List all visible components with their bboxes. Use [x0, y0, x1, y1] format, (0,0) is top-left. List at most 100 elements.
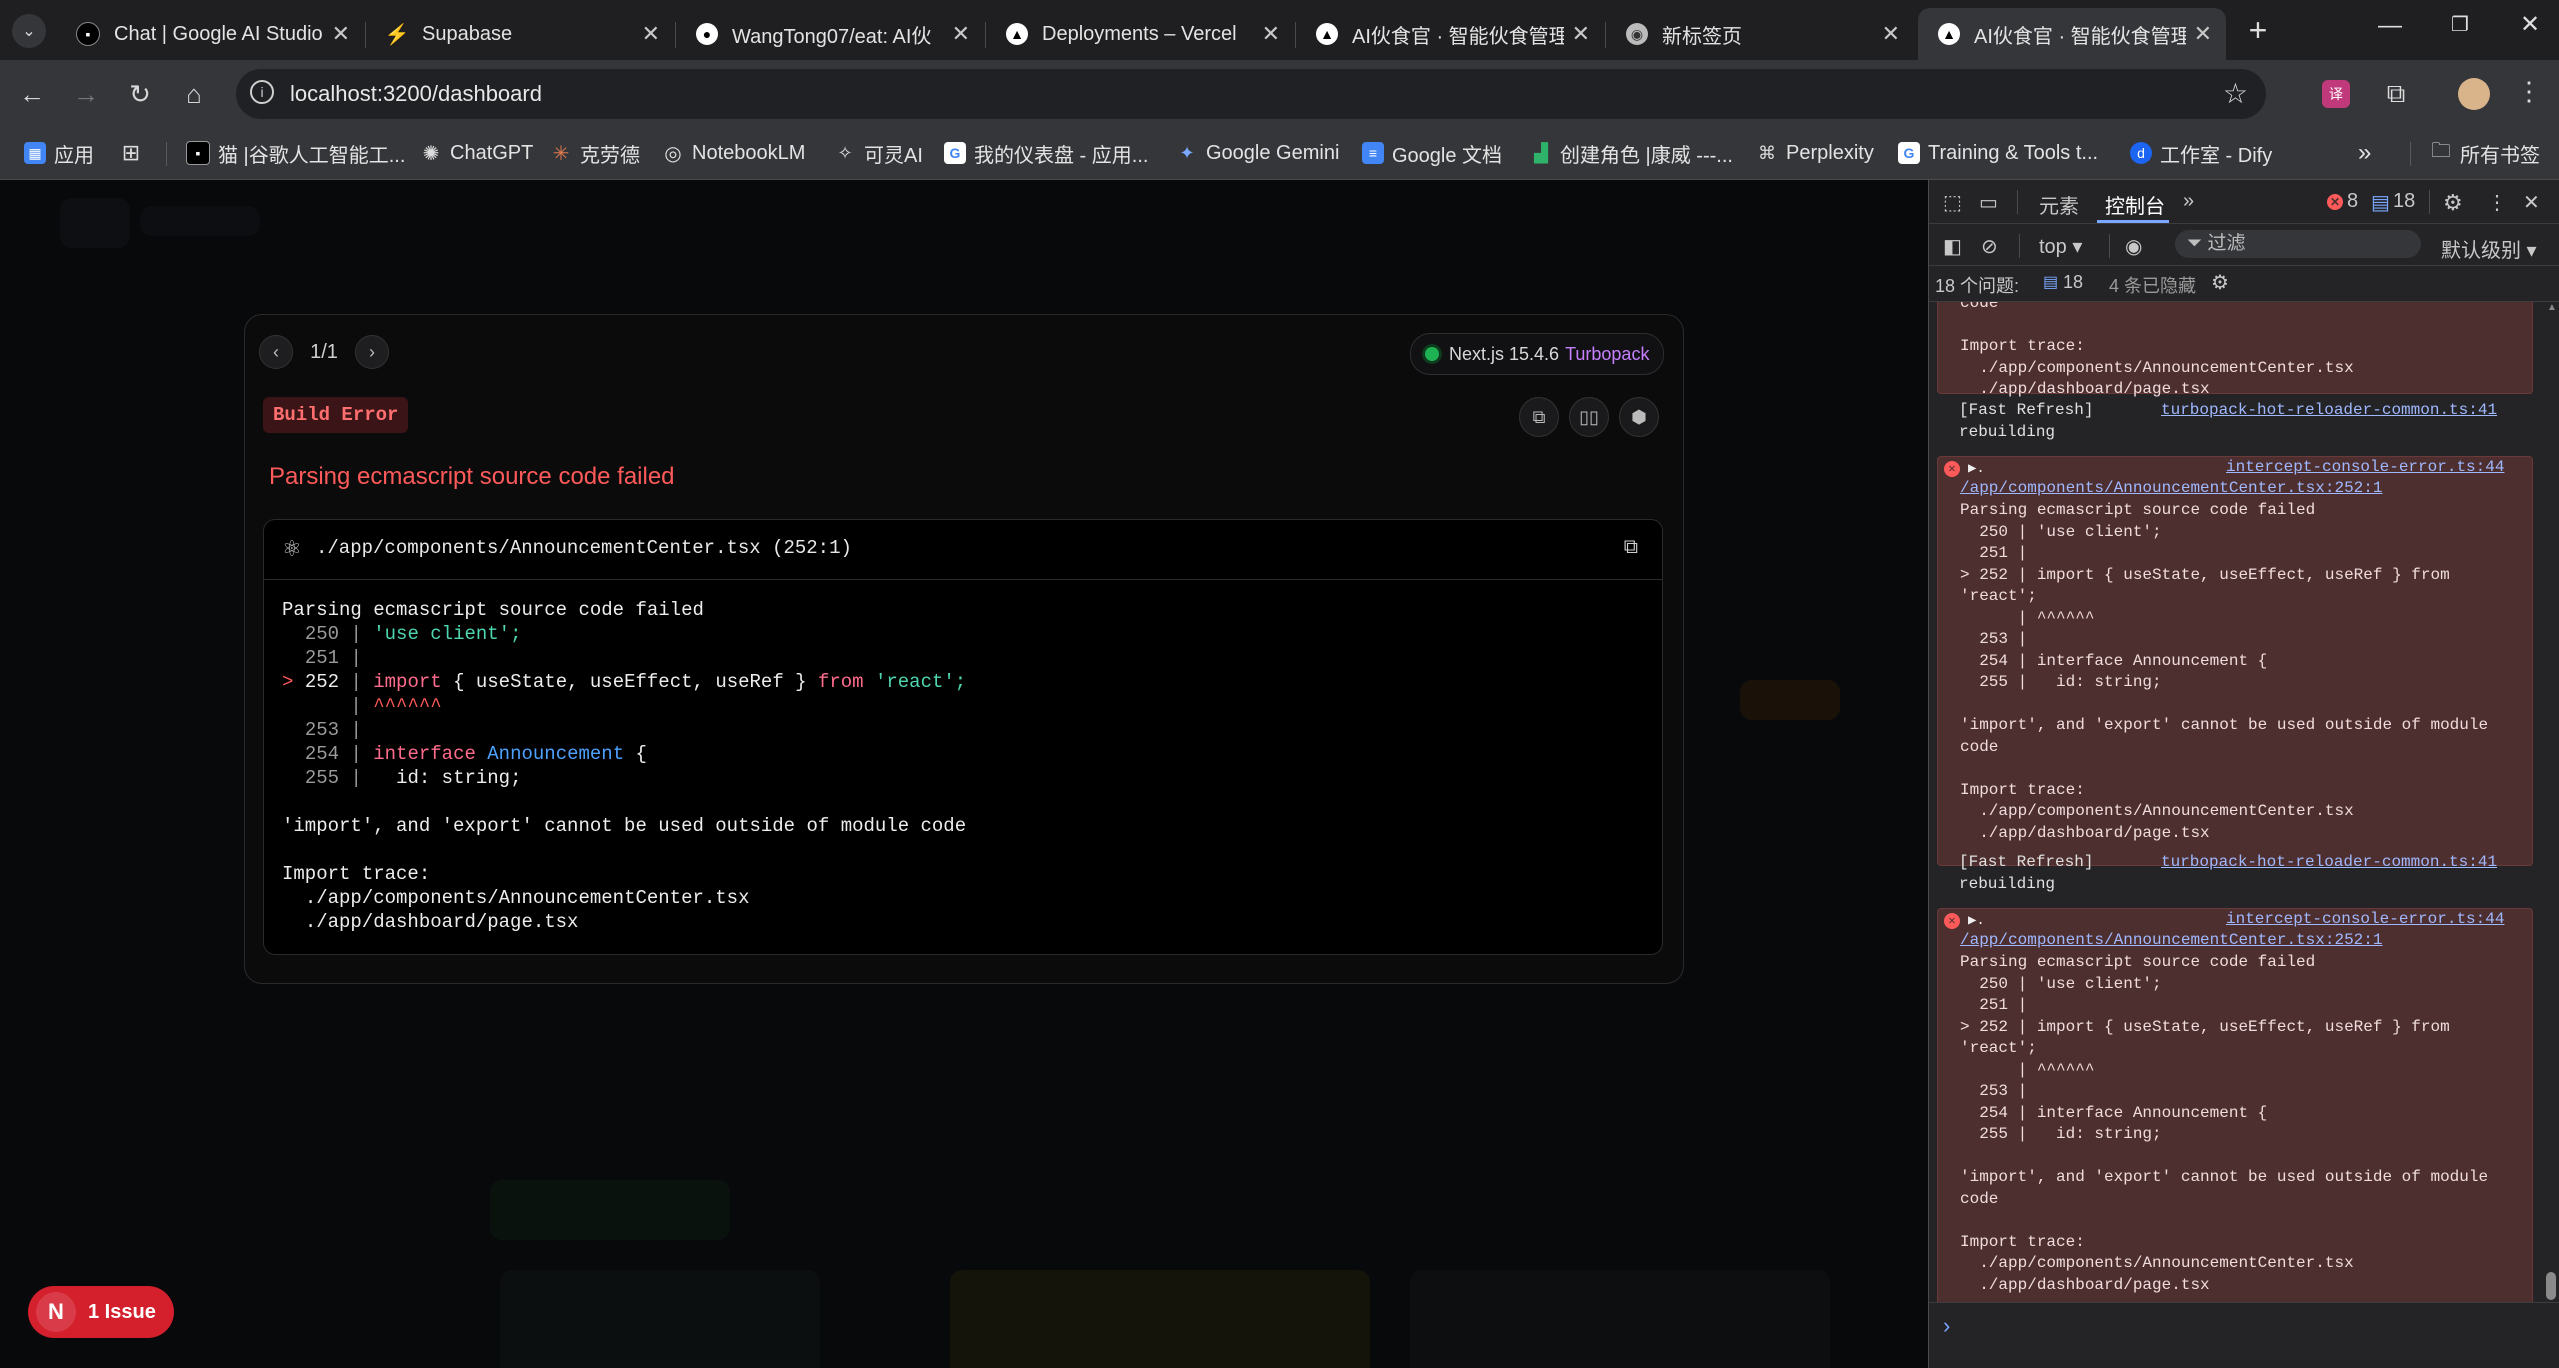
- bundler-text: Turbopack: [1565, 343, 1650, 364]
- tab-new-tab[interactable]: ◉ 新标签页 ✕: [1606, 8, 1914, 60]
- tab-ai-food-1[interactable]: ▲ AI伙食官 · 智能伙食管理 ✕: [1296, 8, 1604, 60]
- gemini-icon: ✦: [1179, 142, 1195, 163]
- all-bookmarks[interactable]: 🗀 所有书签: [2430, 136, 2540, 170]
- log-level-select[interactable]: 默认级别 ▾: [2441, 234, 2537, 263]
- docs-button[interactable]: ▯▯: [1569, 397, 1609, 437]
- issues-count[interactable]: 18: [2063, 272, 2083, 293]
- close-icon[interactable]: ✕: [1882, 21, 1900, 47]
- source-link[interactable]: intercept-console-error.ts:44: [2226, 909, 2504, 931]
- site-info-icon[interactable]: i: [250, 80, 274, 104]
- close-icon[interactable]: ✕: [1572, 21, 1590, 47]
- translate-extension-icon[interactable]: 译: [2322, 80, 2350, 108]
- home-button[interactable]: ⌂: [174, 74, 214, 114]
- hidden-label: 4 条已隐藏: [2109, 276, 2197, 296]
- more-tabs-icon[interactable]: »: [2183, 190, 2194, 213]
- tab-elements[interactable]: 元素: [2039, 190, 2079, 219]
- device-toggle-icon[interactable]: ▭: [1979, 190, 1998, 215]
- close-icon[interactable]: ✕: [1262, 21, 1280, 47]
- bookmark-cat-ai[interactable]: ▪ 猫 |谷歌人工智能工...: [186, 136, 405, 170]
- source-link[interactable]: intercept-console-error.ts:44: [2226, 457, 2504, 479]
- code-file-path: ./app/components/AnnouncementCenter.tsx …: [316, 537, 852, 559]
- source-link[interactable]: turbopack-hot-reloader-common.ts:41: [2161, 400, 2497, 422]
- bookmark-conway[interactable]: ▟ 创建角色 |康威 ---...: [1530, 136, 1733, 170]
- menu-icon[interactable]: ⋮: [2516, 76, 2542, 112]
- version-text: Next.js 15.4.6: [1449, 343, 1560, 364]
- forward-button[interactable]: →: [66, 74, 106, 114]
- new-tab-button[interactable]: +: [2238, 10, 2278, 50]
- console-prompt-input[interactable]: ›: [1929, 1302, 2559, 1368]
- nextjs-error-overlay: ‹ 1/1 › Next.js 15.4.6 Turbopack Build E…: [244, 314, 1684, 984]
- tab-supabase[interactable]: ⚡ Supabase ✕: [366, 8, 674, 60]
- error-source-path[interactable]: /app/components/AnnouncementCenter.tsx:2…: [1960, 478, 2382, 500]
- window-close-button[interactable]: ✕: [2510, 10, 2550, 46]
- devtools-menu-icon[interactable]: ⋮: [2487, 190, 2507, 215]
- console-filter-input[interactable]: ⏷ 过滤: [2175, 230, 2421, 258]
- next-error-button[interactable]: ›: [355, 335, 389, 369]
- tab-github[interactable]: ● WangTong07/eat: AI伙 ✕: [676, 8, 984, 60]
- pager-count: 1/1: [310, 340, 338, 363]
- conway-icon: ▟: [1534, 142, 1548, 163]
- bookmark-perplexity[interactable]: ⌘ Perplexity: [1756, 136, 1874, 170]
- tab-search-button[interactable]: ⌄: [12, 14, 46, 48]
- bookmark-gemini[interactable]: ✦ Google Gemini: [1176, 136, 1339, 170]
- bookmark-notebooklm[interactable]: ◎ NotebookLM: [662, 136, 805, 170]
- console-error-entry: ✕ ▶. intercept-console-error.ts:44 /app/…: [1937, 456, 2533, 866]
- tab-ai-food-active[interactable]: ▲ AI伙食官 · 智能伙食管理 ✕: [1918, 8, 2226, 60]
- reload-button[interactable]: ↻: [120, 74, 160, 114]
- console-log-entry: [Fast Refresh] rebuilding turbopack-hot-…: [1937, 852, 2533, 898]
- close-icon[interactable]: ✕: [952, 21, 970, 47]
- open-in-editor-icon[interactable]: ⧉: [1624, 536, 1638, 559]
- bookmark-star-icon[interactable]: ☆: [2223, 77, 2248, 110]
- close-icon[interactable]: ✕: [332, 21, 350, 47]
- issues-label: 18 个问题:: [1935, 276, 2020, 296]
- address-bar[interactable]: i localhost:3200/dashboard ☆: [236, 69, 2266, 119]
- error-count[interactable]: 8: [2347, 190, 2358, 213]
- error-source-path[interactable]: /app/components/AnnouncementCenter.tsx:2…: [1960, 930, 2382, 952]
- settings-icon[interactable]: ⚙: [2443, 190, 2463, 216]
- status-dot-icon: [1425, 347, 1439, 361]
- tab-vercel-deployments[interactable]: ▲ Deployments – Vercel ✕: [986, 8, 1294, 60]
- issues-button[interactable]: N 1 Issue: [28, 1286, 174, 1338]
- avatar[interactable]: [2458, 78, 2490, 110]
- bookmark-dify[interactable]: d 工作室 - Dify: [2130, 136, 2272, 170]
- copy-button[interactable]: ⧉: [1519, 397, 1559, 437]
- inspect-icon[interactable]: ⬚: [1943, 190, 1962, 215]
- bookmarks-overflow-button[interactable]: »: [2358, 136, 2371, 170]
- tab-ai-studio[interactable]: ▪ Chat | Google AI Studio ✕: [56, 8, 364, 60]
- vercel-icon: ▲: [1316, 23, 1338, 45]
- message-count[interactable]: 18: [2393, 190, 2415, 213]
- feedback-button[interactable]: ⬢: [1619, 397, 1659, 437]
- close-icon[interactable]: ✕: [2194, 21, 2212, 47]
- bookmarks-bar: ▦ 应用 ⊞ ▪ 猫 |谷歌人工智能工... ✺ ChatGPT ✳ 克劳德 ◎ Note…: [0, 128, 2559, 180]
- prev-error-button[interactable]: ‹: [259, 335, 293, 369]
- bookmark-google-docs[interactable]: ≡ Google 文档: [1362, 136, 1502, 170]
- live-expression-eye-icon[interactable]: ◉: [2125, 234, 2142, 259]
- tab-console[interactable]: 控制台: [2105, 190, 2165, 219]
- sidebar-toggle-icon[interactable]: ◧: [1943, 234, 1962, 259]
- nextjs-version-badge[interactable]: Next.js 15.4.6 Turbopack: [1410, 333, 1665, 375]
- devtools-close-icon[interactable]: ✕: [2523, 190, 2540, 215]
- bookmark-dashboard[interactable]: G 我的仪表盘 - 应用...: [944, 136, 1148, 170]
- console-scrollbar[interactable]: ▲: [2545, 302, 2557, 1302]
- code-line-252: > 252 | import { useState, useEffect, us…: [282, 671, 967, 693]
- bookmark-chatgpt[interactable]: ✺ ChatGPT: [420, 136, 534, 170]
- restore-button[interactable]: ❐: [2440, 12, 2480, 48]
- context-select[interactable]: top ▾: [2039, 234, 2082, 259]
- clear-console-icon[interactable]: ⊘: [1981, 234, 1998, 259]
- bookmark-apps[interactable]: ▦ 应用: [24, 136, 94, 170]
- console-error-text: Parsing ecmascript source code failed 25…: [1960, 953, 2489, 1294]
- bookmark-kling[interactable]: ✧ 可灵AI: [834, 136, 922, 170]
- minimize-button[interactable]: —: [2370, 12, 2410, 48]
- close-icon[interactable]: ✕: [642, 21, 660, 47]
- back-button[interactable]: ←: [12, 74, 52, 114]
- extensions-icon[interactable]: ⧉: [2380, 78, 2412, 110]
- react-icon: ⚛: [282, 536, 302, 561]
- bookmark-grid[interactable]: ⊞: [120, 136, 150, 170]
- source-link[interactable]: turbopack-hot-reloader-common.ts:41: [2161, 852, 2497, 874]
- tab-title: Chat | Google AI Studio: [114, 22, 323, 45]
- url-text[interactable]: localhost:3200/dashboard: [290, 81, 542, 107]
- issues-settings-icon[interactable]: ⚙: [2211, 270, 2229, 295]
- bookmark-claude[interactable]: ✳ 克劳德: [550, 136, 640, 170]
- bookmark-label: 创建角色 |康威 ---...: [1560, 144, 1733, 167]
- bookmark-training-tools[interactable]: G Training & Tools t...: [1898, 136, 2098, 170]
